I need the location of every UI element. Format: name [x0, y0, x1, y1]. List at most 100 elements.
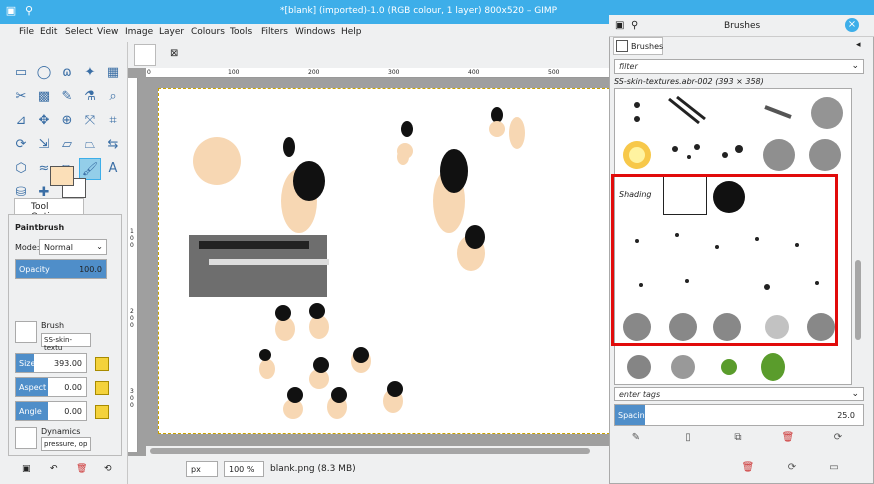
text-icon[interactable]: A — [102, 158, 124, 180]
angle-slider[interactable]: Angle 0.00 — [15, 401, 87, 421]
brush-thumb[interactable] — [757, 135, 803, 175]
restore-icon[interactable]: ↶ — [50, 464, 60, 474]
brush-thumb[interactable] — [803, 93, 849, 133]
scrollbar-thumb[interactable] — [855, 260, 861, 340]
scale-icon[interactable]: ⇲ — [33, 134, 55, 156]
reset-size-icon[interactable] — [95, 357, 109, 371]
delete-icon[interactable]: 🗑 — [76, 464, 87, 474]
brush-thumb[interactable] — [617, 93, 663, 133]
brush-thumb[interactable] — [663, 93, 709, 133]
perspective-icon[interactable]: ⏢ — [79, 134, 101, 156]
delete-brush-icon[interactable]: 🗑 — [780, 430, 796, 446]
menu-image[interactable]: Image — [125, 27, 153, 37]
opacity-slider[interactable]: Opacity 100.0 — [15, 259, 107, 279]
dynamics-preview[interactable] — [15, 427, 37, 449]
reset-aspect-icon[interactable] — [95, 381, 109, 395]
window-title: *[blank] (imported)-1.0 (RGB colour, 1 l… — [280, 6, 558, 16]
brush-tags-input[interactable]: enter tags ⌄ — [614, 387, 864, 401]
menu-layer[interactable]: Layer — [159, 27, 184, 37]
aspect-slider[interactable]: Aspect R 0.00 — [15, 377, 87, 397]
spacing-label: Spacing — [618, 411, 650, 420]
paths-icon[interactable]: ✎ — [56, 86, 78, 108]
brush-name-field[interactable]: SS-skin-textu — [41, 333, 91, 352]
dynamics-field[interactable]: pressure, op — [41, 437, 91, 451]
tab-brushes[interactable]: Brushes — [613, 37, 663, 55]
move-icon[interactable]: ✥ — [33, 110, 55, 132]
tab-tool-options[interactable]: Tool Options — [14, 198, 84, 222]
brush-stroke — [275, 305, 291, 321]
brush-thumb[interactable] — [663, 135, 709, 175]
unit-select[interactable]: px — [186, 461, 218, 477]
reset-icon[interactable]: ⟲ — [104, 464, 114, 474]
brushes-dialog-title: Brushes — [724, 21, 761, 31]
new-brush-icon[interactable]: ▯ — [680, 430, 696, 446]
zoom-select[interactable]: 100 % — [224, 461, 264, 477]
menu-windows[interactable]: Windows — [295, 27, 335, 37]
brush-thumb[interactable] — [757, 93, 803, 133]
rotate-icon[interactable]: ⟳ — [10, 134, 32, 156]
save-icon[interactable]: ▣ — [22, 464, 32, 474]
delete-icon[interactable]: 🗑 — [740, 460, 756, 476]
flip-icon[interactable]: ⇆ — [102, 134, 124, 156]
color-picker-icon[interactable]: ⚗ — [79, 86, 101, 108]
zoom-value: 100 % — [229, 465, 255, 474]
image-canvas[interactable] — [158, 88, 610, 434]
refresh-icon[interactable]: ⟳ — [784, 460, 800, 476]
spacing-slider[interactable]: Spacing 25.0 — [614, 404, 864, 426]
brush-thumb[interactable] — [617, 135, 663, 175]
menu-edit[interactable]: Edit — [40, 27, 57, 37]
menu-filters[interactable]: Filters — [261, 27, 288, 37]
close-icon[interactable]: × — [845, 18, 859, 32]
crop-icon[interactable]: ⌗ — [102, 110, 124, 132]
opacity-value: 100.0 — [79, 265, 102, 274]
paintbrush-icon[interactable]: 🖌 — [79, 158, 101, 180]
image-thumbnail[interactable] — [134, 44, 156, 66]
folder-icon[interactable]: ▭ — [826, 460, 842, 476]
shear-icon[interactable]: ▱ — [56, 134, 78, 156]
close-icon[interactable]: ⊠ — [170, 48, 178, 59]
brush-grid-scrollbar[interactable] — [853, 88, 863, 385]
brush-stroke — [193, 137, 241, 185]
foreground-select-icon[interactable]: ▩ — [33, 86, 55, 108]
brush-thumb[interactable] — [803, 135, 849, 175]
measure-icon[interactable]: ⊿ — [10, 110, 32, 132]
brush-stroke — [283, 137, 295, 157]
refresh-brushes-icon[interactable]: ⟳ — [830, 430, 846, 446]
brush-thumb[interactable] — [709, 135, 755, 175]
size-slider[interactable]: Size 393.00 — [15, 353, 87, 373]
scissors-icon[interactable]: ✂ — [10, 86, 32, 108]
menu-help[interactable]: Help — [341, 27, 362, 37]
menu-colours[interactable]: Colours — [191, 27, 225, 37]
ellipse-select-icon[interactable]: ◯ — [33, 62, 55, 84]
ruler-tick: 500 — [548, 69, 560, 76]
menu-view[interactable]: View — [97, 27, 118, 37]
foreground-color-swatch-front[interactable] — [50, 166, 74, 186]
tab-menu-icon[interactable]: ◂ — [856, 40, 861, 50]
cage-icon[interactable]: ⬡ — [10, 158, 32, 180]
menu-select[interactable]: Select — [65, 27, 93, 37]
lasso-icon[interactable]: ɷ — [56, 62, 78, 84]
brush-thumb[interactable] — [617, 347, 785, 384]
brush-filter[interactable]: filter ⌄ — [614, 59, 864, 74]
zoom-icon[interactable]: ⌕ — [102, 86, 124, 108]
reset-angle-icon[interactable] — [95, 405, 109, 419]
horizontal-scrollbar[interactable] — [146, 446, 610, 456]
rect-select-icon[interactable]: ▭ — [10, 62, 32, 84]
pin-icon[interactable]: ⚲ — [631, 20, 638, 31]
color-select-icon[interactable]: ▦ — [102, 62, 124, 84]
brush-stroke — [397, 149, 409, 165]
mode-select[interactable]: Normal ⌄ — [39, 239, 107, 255]
ruler-tick: 200 — [308, 69, 320, 76]
fuzzy-select-icon[interactable]: ✦ — [79, 62, 101, 84]
pin-icon[interactable]: ⚲ — [22, 4, 36, 18]
edit-brush-icon[interactable]: ✎ — [628, 430, 644, 446]
ruler-tick: 2 — [130, 308, 134, 315]
menu-tools[interactable]: Tools — [230, 27, 252, 37]
brush-stroke — [465, 225, 485, 249]
brush-preview[interactable] — [15, 321, 37, 343]
menu-file[interactable]: File — [19, 27, 34, 37]
align-icon[interactable]: ⊕ — [56, 110, 78, 132]
transform-icon[interactable]: ⤧ — [79, 110, 101, 132]
duplicate-brush-icon[interactable]: ⧉ — [730, 430, 746, 446]
scrollbar-thumb[interactable] — [150, 448, 590, 454]
